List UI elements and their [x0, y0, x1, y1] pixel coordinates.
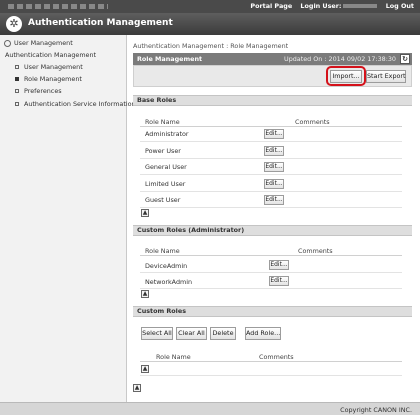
- title-bar: ✲ Authentication Management: [0, 13, 420, 35]
- copyright-text: Copyright CANON INC.: [340, 406, 412, 414]
- row-divider: [140, 272, 402, 273]
- bullet-icon: [15, 65, 19, 69]
- sidebar-item-preferences[interactable]: Preferences: [15, 86, 62, 97]
- row-divider: [140, 207, 402, 208]
- comments-column: Comments: [298, 247, 333, 255]
- edit-power-user-button[interactable]: Edit...: [264, 146, 284, 156]
- login-user-text: Login User:: [300, 2, 342, 10]
- base-roles-header: Base Roles: [133, 95, 412, 106]
- base-role-name: Power User: [145, 147, 181, 155]
- edit-administrator-button[interactable]: Edit...: [264, 129, 284, 139]
- scroll-to-top-icon[interactable]: ▲: [141, 290, 149, 298]
- edit-guest-user-button[interactable]: Edit...: [264, 195, 284, 205]
- updated-timestamp: Updated On : 2014 09/02 17:38:30: [284, 55, 396, 63]
- base-roles-table-head: Role Name Comments: [140, 117, 402, 127]
- base-role-name: Administrator: [145, 130, 189, 138]
- sidebar-item-authentication-management[interactable]: Authentication Management: [5, 50, 96, 61]
- row-divider: [140, 174, 402, 175]
- panel-title: Role Management: [137, 55, 203, 63]
- add-role-button[interactable]: Add Role...: [245, 327, 281, 340]
- base-role-name: General User: [145, 163, 187, 171]
- delete-button[interactable]: Delete: [210, 327, 236, 340]
- start-export-button[interactable]: Start Export: [366, 70, 406, 83]
- sidebar-item-label: Authentication Management: [5, 51, 97, 59]
- bullet-active-icon: [15, 77, 19, 81]
- logout-link[interactable]: Log Out: [386, 2, 414, 10]
- blurred-user-name: [343, 4, 378, 8]
- edit-general-user-button[interactable]: Edit...: [264, 162, 284, 172]
- breadcrumb: Authentication Management : Role Managem…: [133, 42, 289, 50]
- base-role-name: Guest User: [145, 196, 181, 204]
- clear-all-button[interactable]: Clear All: [176, 327, 207, 340]
- sidebar-item-label: Role Management: [24, 75, 82, 83]
- login-user-label: Login User:: [300, 2, 378, 10]
- custom-admin-roles-table-head: Role Name Comments: [140, 246, 402, 256]
- select-all-button[interactable]: Select All: [141, 327, 173, 340]
- edit-networkadmin-button[interactable]: Edit...: [269, 276, 289, 286]
- edit-deviceadmin-button[interactable]: Edit...: [269, 260, 289, 270]
- sidebar-item-user-management[interactable]: User Management: [15, 62, 83, 73]
- sidebar-item-label: Preferences: [24, 87, 62, 95]
- base-role-name: Limited User: [145, 180, 186, 188]
- portal-page-link[interactable]: Portal Page: [250, 2, 292, 10]
- sidebar-item-label: Authentication Service Information: [24, 100, 136, 108]
- custom-admin-role-name: NetworkAdmin: [145, 278, 193, 286]
- import-highlight: [326, 66, 366, 86]
- sidebar: User Management Authentication Managemen…: [0, 35, 136, 402]
- refresh-icon[interactable]: ↻: [400, 54, 410, 64]
- scroll-to-top-icon[interactable]: ▲: [141, 209, 149, 217]
- sidebar-item-user-management-top[interactable]: User Management: [4, 38, 73, 49]
- edit-limited-user-button[interactable]: Edit...: [264, 179, 284, 189]
- custom-admin-roles-header: Custom Roles (Administrator): [133, 225, 412, 236]
- row-divider: [140, 191, 402, 192]
- footer: Copyright CANON INC.: [0, 402, 420, 415]
- role-name-column: Role Name: [145, 247, 180, 255]
- row-divider: [140, 375, 402, 376]
- blurred-device-name: [8, 4, 108, 9]
- scroll-to-top-icon[interactable]: ▲: [133, 384, 141, 392]
- sidebar-item-label: User Management: [14, 39, 73, 47]
- role-name-column: Role Name: [145, 118, 180, 126]
- custom-admin-role-name: DeviceAdmin: [145, 262, 188, 270]
- comments-column: Comments: [259, 353, 294, 361]
- bullet-icon: [15, 89, 19, 93]
- row-divider: [140, 141, 402, 142]
- custom-roles-header: Custom Roles: [133, 306, 412, 317]
- sidebar-item-auth-service-info[interactable]: Authentication Service Information: [15, 99, 136, 110]
- role-name-column: Role Name: [156, 353, 191, 361]
- app-logo-icon: ✲: [6, 16, 22, 32]
- role-management-header: Role Management Updated On : 2014 09/02 …: [133, 53, 412, 65]
- sidebar-item-label: User Management: [24, 63, 83, 71]
- scroll-to-top-icon[interactable]: ▲: [141, 365, 149, 373]
- sidebar-item-role-management[interactable]: Role Management: [15, 74, 82, 85]
- custom-roles-table-head: Role Name Comments: [140, 352, 402, 362]
- row-divider: [140, 288, 402, 289]
- app-title: Authentication Management: [28, 18, 173, 28]
- comments-column: Comments: [295, 118, 330, 126]
- top-bar: Portal Page Login User: Log Out: [0, 0, 420, 13]
- top-links: Portal Page Login User: Log Out: [244, 2, 414, 10]
- gear-icon: [4, 39, 11, 47]
- bullet-icon: [15, 102, 19, 106]
- row-divider: [140, 158, 402, 159]
